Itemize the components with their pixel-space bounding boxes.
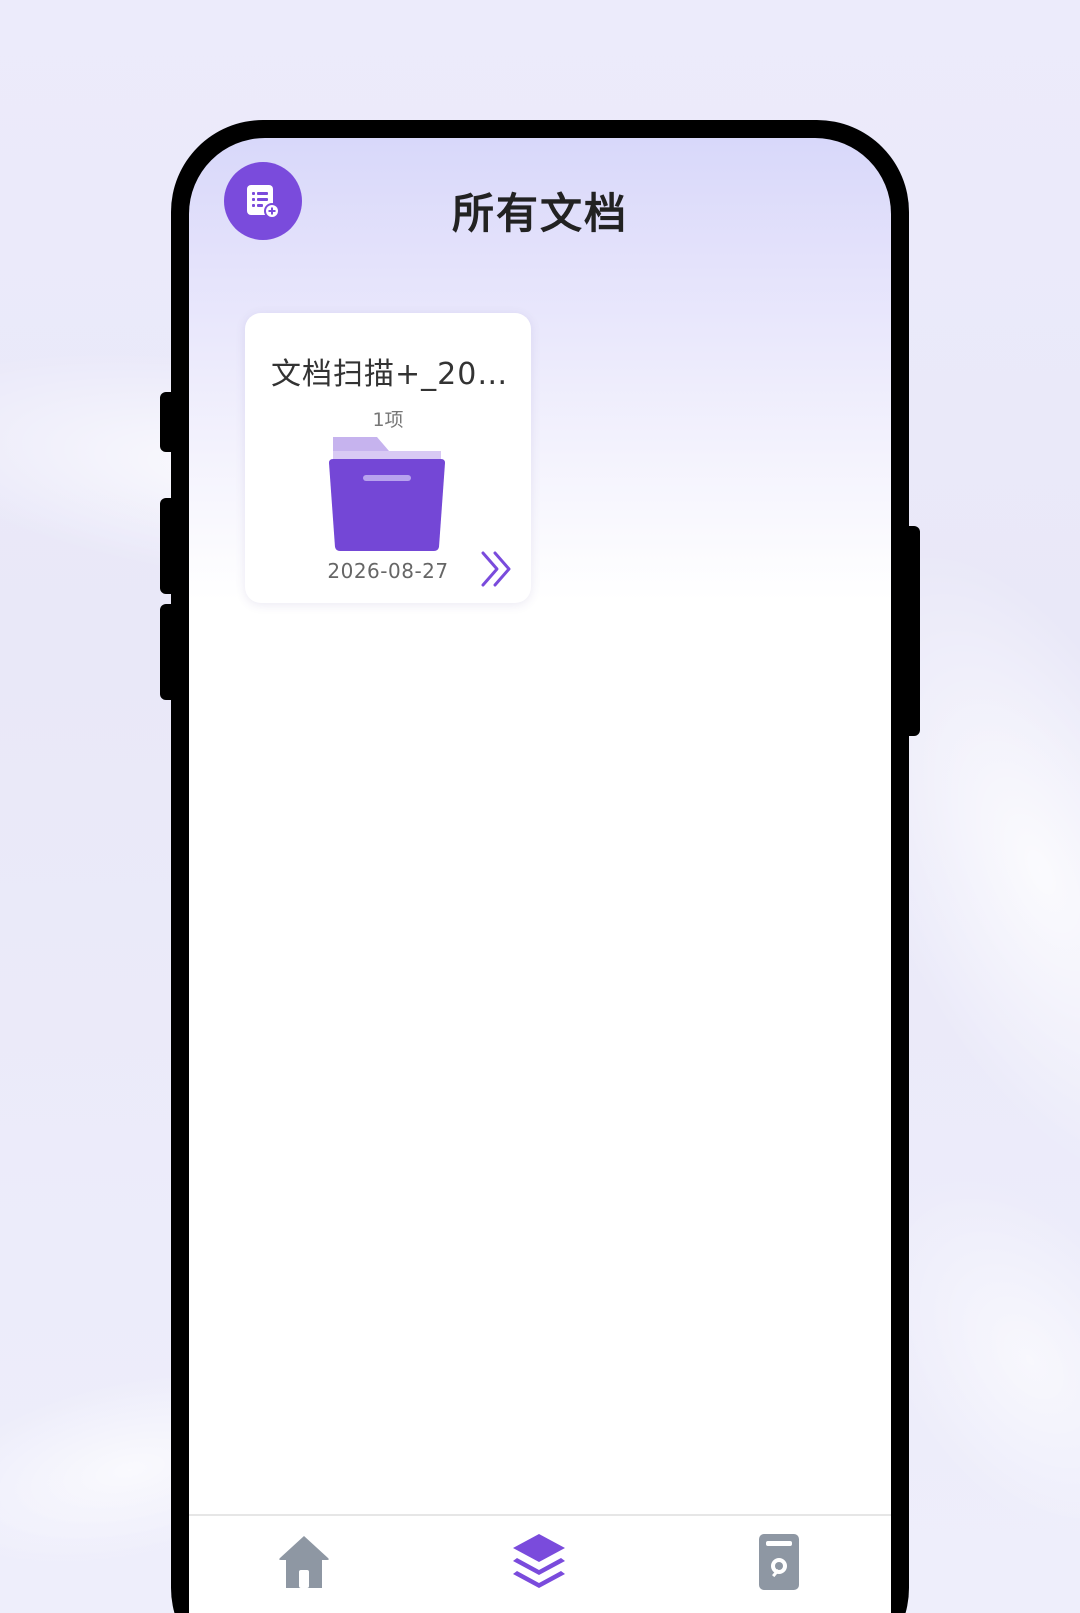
app-screen: 所有文档 文档扫描+_20… 1项 2026-08-27 — [189, 138, 891, 1613]
tab-home[interactable] — [274, 1532, 334, 1592]
folder-icon — [329, 437, 445, 551]
document-scan-icon — [759, 1534, 799, 1590]
layers-icon — [513, 1534, 565, 1588]
page-title: 所有文档 — [451, 189, 628, 238]
tab-documents[interactable] — [509, 1532, 569, 1592]
double-chevron-right-icon[interactable] — [477, 547, 517, 591]
bottom-tab-bar — [189, 1514, 891, 1613]
folder-title: 文档扫描+_20… — [271, 357, 509, 392]
tab-scan[interactable] — [749, 1532, 809, 1592]
document-folder-card[interactable]: 文档扫描+_20… 1项 2026-08-27 — [245, 313, 531, 603]
folder-item-count: 1项 — [372, 409, 404, 431]
phone-frame: 所有文档 文档扫描+_20… 1项 2026-08-27 — [171, 120, 909, 1613]
home-icon — [279, 1536, 329, 1588]
background: 所有文档 文档扫描+_20… 1项 2026-08-27 — [0, 0, 1080, 1613]
